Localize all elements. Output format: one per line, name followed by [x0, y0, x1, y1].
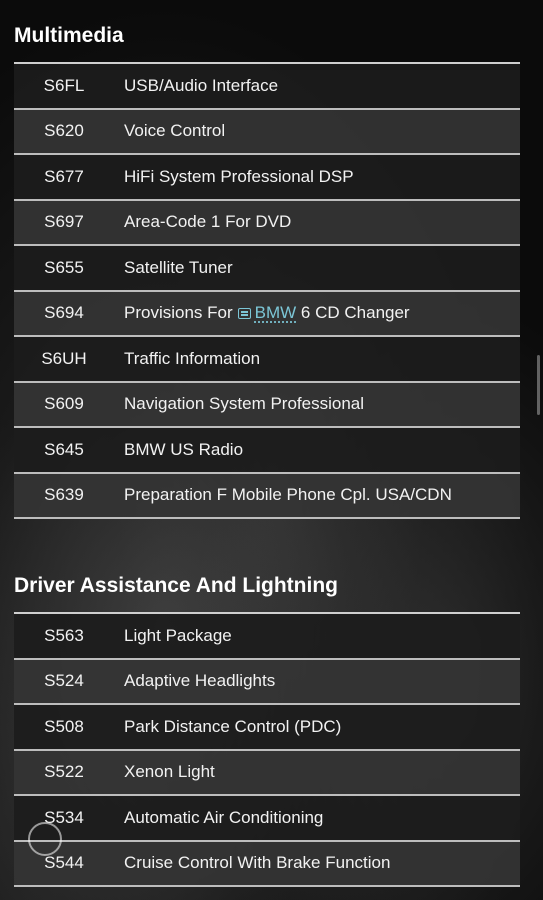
table-row: S563 Light Package	[14, 614, 520, 660]
table-row: S639 Preparation F Mobile Phone Cpl. USA…	[14, 473, 520, 519]
option-description: Xenon Light	[124, 762, 215, 782]
table-row: S6FL USB/Audio Interface	[14, 64, 520, 110]
option-code: S524	[44, 671, 84, 691]
option-description: Traffic Information	[124, 348, 261, 368]
option-description: BMW US Radio	[124, 439, 244, 459]
option-description: Adaptive Headlights	[124, 671, 276, 691]
option-description: Automatic Air Conditioning	[124, 807, 324, 827]
table-row: S524 Adaptive Headlights	[14, 659, 520, 705]
option-description: Area-Code 1 For DVD	[124, 212, 292, 232]
option-description: Provisions For BMW 6 CD Changer	[114, 303, 410, 323]
table-row: S6UH Traffic Information	[14, 337, 520, 383]
scrollbar[interactable]	[537, 355, 540, 415]
section-title-multimedia: Multimedia	[14, 24, 124, 47]
option-description: Cruise Control With Brake Function	[124, 853, 391, 873]
table-row: S655 Satellite Tuner	[14, 246, 520, 292]
option-description: Navigation System Professional	[124, 394, 365, 414]
option-code: S508	[44, 716, 84, 736]
option-description: Park Distance Control (PDC)	[124, 716, 342, 736]
table-row: S677 HiFi System Professional DSP	[14, 155, 520, 201]
table-row: S697 Area-Code 1 For DVD	[14, 200, 520, 246]
option-description-prefix: Provisions For	[124, 303, 233, 323]
section-title-driver-assistance: Driver Assistance And Lightning	[14, 574, 338, 597]
option-code: S563	[44, 625, 84, 645]
option-description: USB/Audio Interface	[124, 75, 279, 95]
option-code: S6UH	[41, 348, 87, 368]
table-row: S645 BMW US Radio	[14, 428, 520, 474]
option-code: S655	[44, 257, 84, 277]
table-row: S694 Provisions For BMW 6 CD Changer	[14, 291, 520, 337]
option-code: S639	[44, 485, 84, 505]
table-row: S534 Automatic Air Conditioning	[14, 796, 520, 842]
bmw-link[interactable]: BMW	[255, 303, 297, 322]
table-row: S522 Xenon Light	[14, 750, 520, 796]
option-description: Preparation F Mobile Phone Cpl. USA/CDN	[124, 485, 452, 505]
table-row: S620 Voice Control	[14, 109, 520, 155]
table-row: S609 Navigation System Professional	[14, 382, 520, 428]
option-description: Light Package	[124, 625, 232, 645]
watermark-logo	[28, 822, 62, 856]
option-description: Satellite Tuner	[124, 257, 233, 277]
option-description-suffix: 6 CD Changer	[300, 303, 410, 323]
option-code: S620	[44, 121, 84, 141]
option-code: S677	[44, 166, 84, 186]
option-code: S534	[44, 807, 84, 827]
option-description: HiFi System Professional DSP	[124, 166, 354, 186]
option-code: S694	[44, 303, 84, 323]
options-table-multimedia: S6FL USB/Audio Interface S620 Voice Cont…	[14, 62, 520, 519]
option-code: S6FL	[43, 75, 85, 95]
option-code: S609	[44, 394, 84, 414]
document-link-icon[interactable]	[237, 308, 251, 320]
table-row: S508 Park Distance Control (PDC)	[14, 705, 520, 751]
option-code: S522	[44, 762, 84, 782]
option-description: Voice Control	[124, 121, 226, 141]
option-code: S645	[44, 439, 84, 459]
option-code: S697	[44, 212, 84, 232]
table-row: S544 Cruise Control With Brake Function	[14, 841, 520, 887]
options-table-driver-assistance: S563 Light Package S524 Adaptive Headlig…	[14, 612, 520, 887]
option-code: S544	[44, 853, 84, 873]
